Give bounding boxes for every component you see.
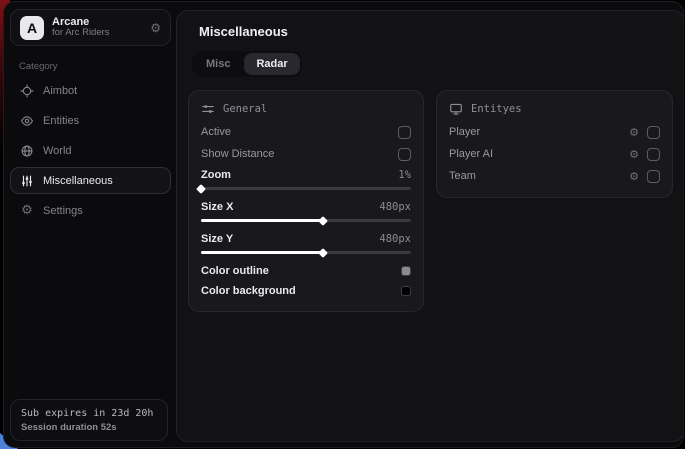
main-content: Miscellaneous Misc Radar General Active [176, 10, 684, 442]
color-background-row: Color background [201, 281, 411, 301]
active-label: Active [201, 126, 231, 138]
size-x-slider-fill [201, 219, 323, 222]
size-x-value: 480px [379, 201, 411, 213]
size-y-slider-thumb[interactable] [318, 248, 328, 258]
show-distance-row: Show Distance [201, 143, 411, 165]
sidebar-item-entities[interactable]: Entities [10, 107, 171, 134]
size-x-row: Size X 480px [201, 197, 411, 216]
session-duration: Session duration 52s [21, 422, 157, 433]
general-panel-title: General [223, 103, 267, 115]
zoom-label: Zoom [201, 169, 231, 181]
active-row: Active [201, 121, 411, 143]
tab-misc[interactable]: Misc [194, 53, 242, 75]
settings-gear-icon[interactable]: ⚙ [150, 21, 161, 35]
zoom-row: Zoom 1% [201, 165, 411, 184]
color-outline-label: Color outline [201, 265, 269, 277]
globe-icon [20, 144, 34, 158]
sliders-icon [20, 174, 34, 188]
color-background-label: Color background [201, 285, 296, 297]
sidebar-item-label: Miscellaneous [43, 175, 113, 187]
team-label: Team [449, 170, 476, 182]
tab-radar[interactable]: Radar [244, 53, 299, 75]
sidebar-nav: Aimbot Entities World Miscellaneous [4, 77, 176, 224]
sidebar-item-label: Aimbot [43, 85, 77, 97]
tab-bar: Misc Radar [192, 51, 302, 77]
sidebar: A Arcane for Arc Riders ⚙ Category Aimbo… [4, 2, 176, 447]
size-x-slider-thumb[interactable] [318, 216, 328, 226]
zoom-value: 1% [398, 169, 411, 181]
size-y-label: Size Y [201, 233, 233, 245]
color-outline-row: Color outline [201, 261, 411, 281]
player-ai-label: Player AI [449, 148, 493, 160]
sidebar-item-label: World [43, 145, 72, 157]
entities-panel-header: Entityes [449, 102, 660, 116]
app-window: A Arcane for Arc Riders ⚙ Category Aimbo… [3, 1, 684, 448]
color-background-swatch[interactable] [401, 286, 411, 296]
eye-icon [20, 114, 34, 128]
player-row: Player ⚙ [449, 121, 660, 143]
category-label: Category [19, 61, 176, 72]
sidebar-item-world[interactable]: World [10, 137, 171, 164]
active-checkbox[interactable] [398, 126, 411, 139]
subscription-expiry: Sub expires in 23d 20h [21, 408, 157, 419]
player-checkbox[interactable] [647, 126, 660, 139]
team-row: Team ⚙ [449, 165, 660, 187]
entities-panel: Entityes Player ⚙ Player AI ⚙ [436, 90, 673, 198]
size-y-value: 480px [379, 233, 411, 245]
zoom-slider[interactable] [201, 187, 411, 190]
sidebar-item-label: Entities [43, 115, 79, 127]
size-y-slider[interactable] [201, 251, 411, 254]
player-ai-row: Player AI ⚙ [449, 143, 660, 165]
gear-icon: ⚙ [20, 204, 34, 218]
general-panel-header: General [201, 102, 411, 116]
app-subtitle: for Arc Riders [52, 28, 110, 39]
zoom-slider-thumb[interactable] [196, 184, 206, 194]
size-y-slider-fill [201, 251, 323, 254]
player-ai-checkbox[interactable] [647, 148, 660, 161]
tune-icon [201, 102, 215, 116]
sidebar-item-miscellaneous[interactable]: Miscellaneous [10, 167, 171, 194]
size-x-slider[interactable] [201, 219, 411, 222]
team-settings-gear-icon[interactable]: ⚙ [629, 170, 639, 183]
team-checkbox[interactable] [647, 170, 660, 183]
app-logo: A [20, 16, 44, 40]
show-distance-checkbox[interactable] [398, 148, 411, 161]
player-settings-gear-icon[interactable]: ⚙ [629, 126, 639, 139]
sidebar-item-settings[interactable]: ⚙ Settings [10, 197, 171, 224]
monitor-icon [449, 102, 463, 116]
page-title: Miscellaneous [199, 24, 684, 39]
sidebar-item-aimbot[interactable]: Aimbot [10, 77, 171, 104]
general-panel: General Active Show Distance Zoom 1% [188, 90, 424, 312]
crosshair-icon [20, 84, 34, 98]
show-distance-label: Show Distance [201, 148, 274, 160]
size-y-row: Size Y 480px [201, 229, 411, 248]
sidebar-item-label: Settings [43, 205, 83, 217]
subscription-card: Sub expires in 23d 20h Session duration … [10, 399, 168, 441]
panels-row: General Active Show Distance Zoom 1% [188, 90, 673, 312]
color-outline-swatch[interactable] [401, 266, 411, 276]
player-label: Player [449, 126, 480, 138]
app-header-card: A Arcane for Arc Riders ⚙ [10, 9, 171, 46]
player-ai-settings-gear-icon[interactable]: ⚙ [629, 148, 639, 161]
app-meta: Arcane for Arc Riders [52, 16, 110, 40]
entities-panel-title: Entityes [471, 103, 522, 115]
size-x-label: Size X [201, 201, 233, 213]
